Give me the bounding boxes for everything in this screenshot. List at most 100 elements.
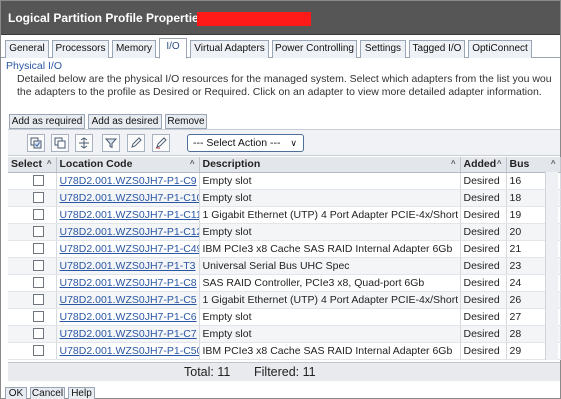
select-cell <box>8 240 57 258</box>
location-code-link[interactable]: U78D2.001.WZS0JH7-P1-C8 <box>60 277 197 289</box>
add-as-desired-button[interactable]: Add as desired <box>88 114 162 129</box>
location-code-link[interactable]: U78D2.001.WZS0JH7-P1-C10 <box>60 192 199 204</box>
select-cell <box>8 274 57 292</box>
select-action-dropdown[interactable]: --- Select Action --- ∨ <box>187 134 304 152</box>
row-checkbox[interactable] <box>33 328 44 340</box>
row-checkbox[interactable] <box>33 175 44 187</box>
description-cell: Empty slot <box>199 189 461 207</box>
redacted-partition-name <box>197 12 311 26</box>
add-as-required-button[interactable]: Add as required <box>9 114 85 129</box>
location-cell: U78D2.001.WZS0JH7-P1-C11 <box>56 206 200 224</box>
description-line-2: the adapters to the profile as Desired o… <box>17 86 542 98</box>
tab-settings[interactable]: Settings <box>360 40 406 58</box>
location-code-link[interactable]: U78D2.001.WZS0JH7-P1-C9 <box>60 175 197 187</box>
tab-tagged-io[interactable]: Tagged I/O <box>409 40 465 58</box>
row-checkbox[interactable] <box>33 277 44 289</box>
lpar-profile-properties-window: Logical Partition Profile Properties: Ge… <box>0 0 561 399</box>
table-header-row: Select ^ Location Code ^ Description ^ Adde… <box>8 157 561 173</box>
location-code-link[interactable]: U78D2.001.WZS0JH7-P1-T3 <box>60 260 196 272</box>
sort-icon: ^ <box>550 159 556 168</box>
location-cell: U78D2.001.WZS0JH7-P1-C6 <box>56 308 200 326</box>
row-checkbox[interactable] <box>33 226 44 238</box>
location-code-link[interactable]: U78D2.001.WZS0JH7-P1-C5 <box>60 294 197 306</box>
row-checkbox[interactable] <box>33 192 44 204</box>
location-code-link[interactable]: U78D2.001.WZS0JH7-P1-C6 <box>60 311 197 323</box>
row-checkbox[interactable] <box>33 294 44 306</box>
column-header-bus[interactable]: Bus ^ <box>506 157 561 173</box>
select-cell <box>8 172 57 190</box>
clear-sort-icon[interactable] <box>152 134 170 152</box>
help-button[interactable]: Help <box>68 387 95 399</box>
dialog-button-bar: OK Cancel Help <box>1 385 560 399</box>
description-cell: Universal Serial Bus UHC Spec <box>199 257 461 275</box>
row-checkbox[interactable] <box>33 243 44 255</box>
deselect-all-icon[interactable] <box>51 134 69 152</box>
tab-opticonnect[interactable]: OptiConnect <box>468 40 532 58</box>
description-cell: IBM PCIe3 x8 Cache SAS RAID Internal Ada… <box>199 342 461 360</box>
table-row: U78D2.001.WZS0JH7-P1-C6 Empty slot Desir… <box>8 308 561 326</box>
description-cell: Empty slot <box>199 308 461 326</box>
location-code-link[interactable]: U78D2.001.WZS0JH7-P1-C50 <box>60 345 199 357</box>
description-line-1: Detailed below are the physical I/O reso… <box>17 73 552 85</box>
row-checkbox[interactable] <box>33 209 44 221</box>
select-cell <box>8 325 57 343</box>
tab-virtual-adapters[interactable]: Virtual Adapters <box>190 40 269 58</box>
location-code-link[interactable]: U78D2.001.WZS0JH7-P1-C49 <box>60 243 199 255</box>
window-title: Logical Partition Profile Properties: <box>8 11 210 25</box>
row-checkbox[interactable] <box>33 345 44 357</box>
select-cell <box>8 223 57 241</box>
description-cell: Empty slot <box>199 223 461 241</box>
section-description: Detailed below are the physical I/O reso… <box>17 73 560 99</box>
cancel-button[interactable]: Cancel <box>30 387 65 399</box>
filter-icon[interactable] <box>102 134 120 152</box>
tab-io[interactable]: I/O <box>159 38 187 59</box>
tab-memory[interactable]: Memory <box>112 40 156 58</box>
table-row: U78D2.001.WZS0JH7-P1-C9 Empty slot Desir… <box>8 172 561 190</box>
sort-icon: ^ <box>450 159 456 168</box>
location-cell: U78D2.001.WZS0JH7-P1-C10 <box>56 189 200 207</box>
table-totals-bar: Total: 11 Filtered: 11 <box>8 362 560 381</box>
column-header-description[interactable]: Description ^ <box>199 157 461 173</box>
tab-processors[interactable]: Processors <box>52 40 109 58</box>
total-count: Total: 11 <box>184 365 231 379</box>
added-cell: Desired <box>460 223 507 241</box>
vertical-scrollbar[interactable] <box>545 172 558 360</box>
tab-bar: General Processors Memory I/O Virtual Ad… <box>1 38 560 59</box>
location-cell: U78D2.001.WZS0JH7-P1-C7 <box>56 325 200 343</box>
select-all-icon[interactable] <box>27 134 45 152</box>
added-cell: Desired <box>460 172 507 190</box>
added-cell: Desired <box>460 291 507 309</box>
column-header-location-code[interactable]: Location Code ^ <box>56 157 200 173</box>
row-checkbox[interactable] <box>33 260 44 272</box>
location-cell: U78D2.001.WZS0JH7-P1-C9 <box>56 172 200 190</box>
tab-power-controlling[interactable]: Power Controlling <box>272 40 357 58</box>
chevron-down-icon: ∨ <box>290 138 297 148</box>
location-code-link[interactable]: U78D2.001.WZS0JH7-P1-C12 <box>60 226 199 238</box>
row-checkbox[interactable] <box>33 311 44 323</box>
column-header-added[interactable]: Added ^ <box>460 157 507 173</box>
location-cell: U78D2.001.WZS0JH7-P1-C12 <box>56 223 200 241</box>
location-code-link[interactable]: U78D2.001.WZS0JH7-P1-C7 <box>60 328 197 340</box>
expand-icon[interactable] <box>75 134 93 152</box>
select-action-value: --- Select Action --- <box>193 137 281 149</box>
section-title: Physical I/O <box>6 60 63 72</box>
description-cell: IBM PCIe3 x8 Cache SAS RAID Internal Ada… <box>199 240 461 258</box>
description-cell: 1 Gigabit Ethernet (UTP) 4 Port Adapter … <box>199 206 461 224</box>
select-cell <box>8 206 57 224</box>
table-row: U78D2.001.WZS0JH7-P1-C8 SAS RAID Control… <box>8 274 561 292</box>
select-cell <box>8 189 57 207</box>
sort-icon: ^ <box>189 159 195 168</box>
location-cell: U78D2.001.WZS0JH7-P1-C50 <box>56 342 200 360</box>
remove-button[interactable]: Remove <box>165 114 207 129</box>
location-code-link[interactable]: U78D2.001.WZS0JH7-P1-C11 <box>60 209 199 221</box>
added-cell: Desired <box>460 240 507 258</box>
edit-sort-icon[interactable] <box>127 134 145 152</box>
added-cell: Desired <box>460 325 507 343</box>
added-cell: Desired <box>460 342 507 360</box>
tab-general[interactable]: General <box>5 40 49 58</box>
table-row: U78D2.001.WZS0JH7-P1-C5 1 Gigabit Ethern… <box>8 291 561 309</box>
table-row: U78D2.001.WZS0JH7-P1-C7 Empty slot Desir… <box>8 325 561 343</box>
column-header-select[interactable]: Select ^ <box>8 157 57 173</box>
ok-button[interactable]: OK <box>5 387 27 399</box>
location-cell: U78D2.001.WZS0JH7-P1-C5 <box>56 291 200 309</box>
